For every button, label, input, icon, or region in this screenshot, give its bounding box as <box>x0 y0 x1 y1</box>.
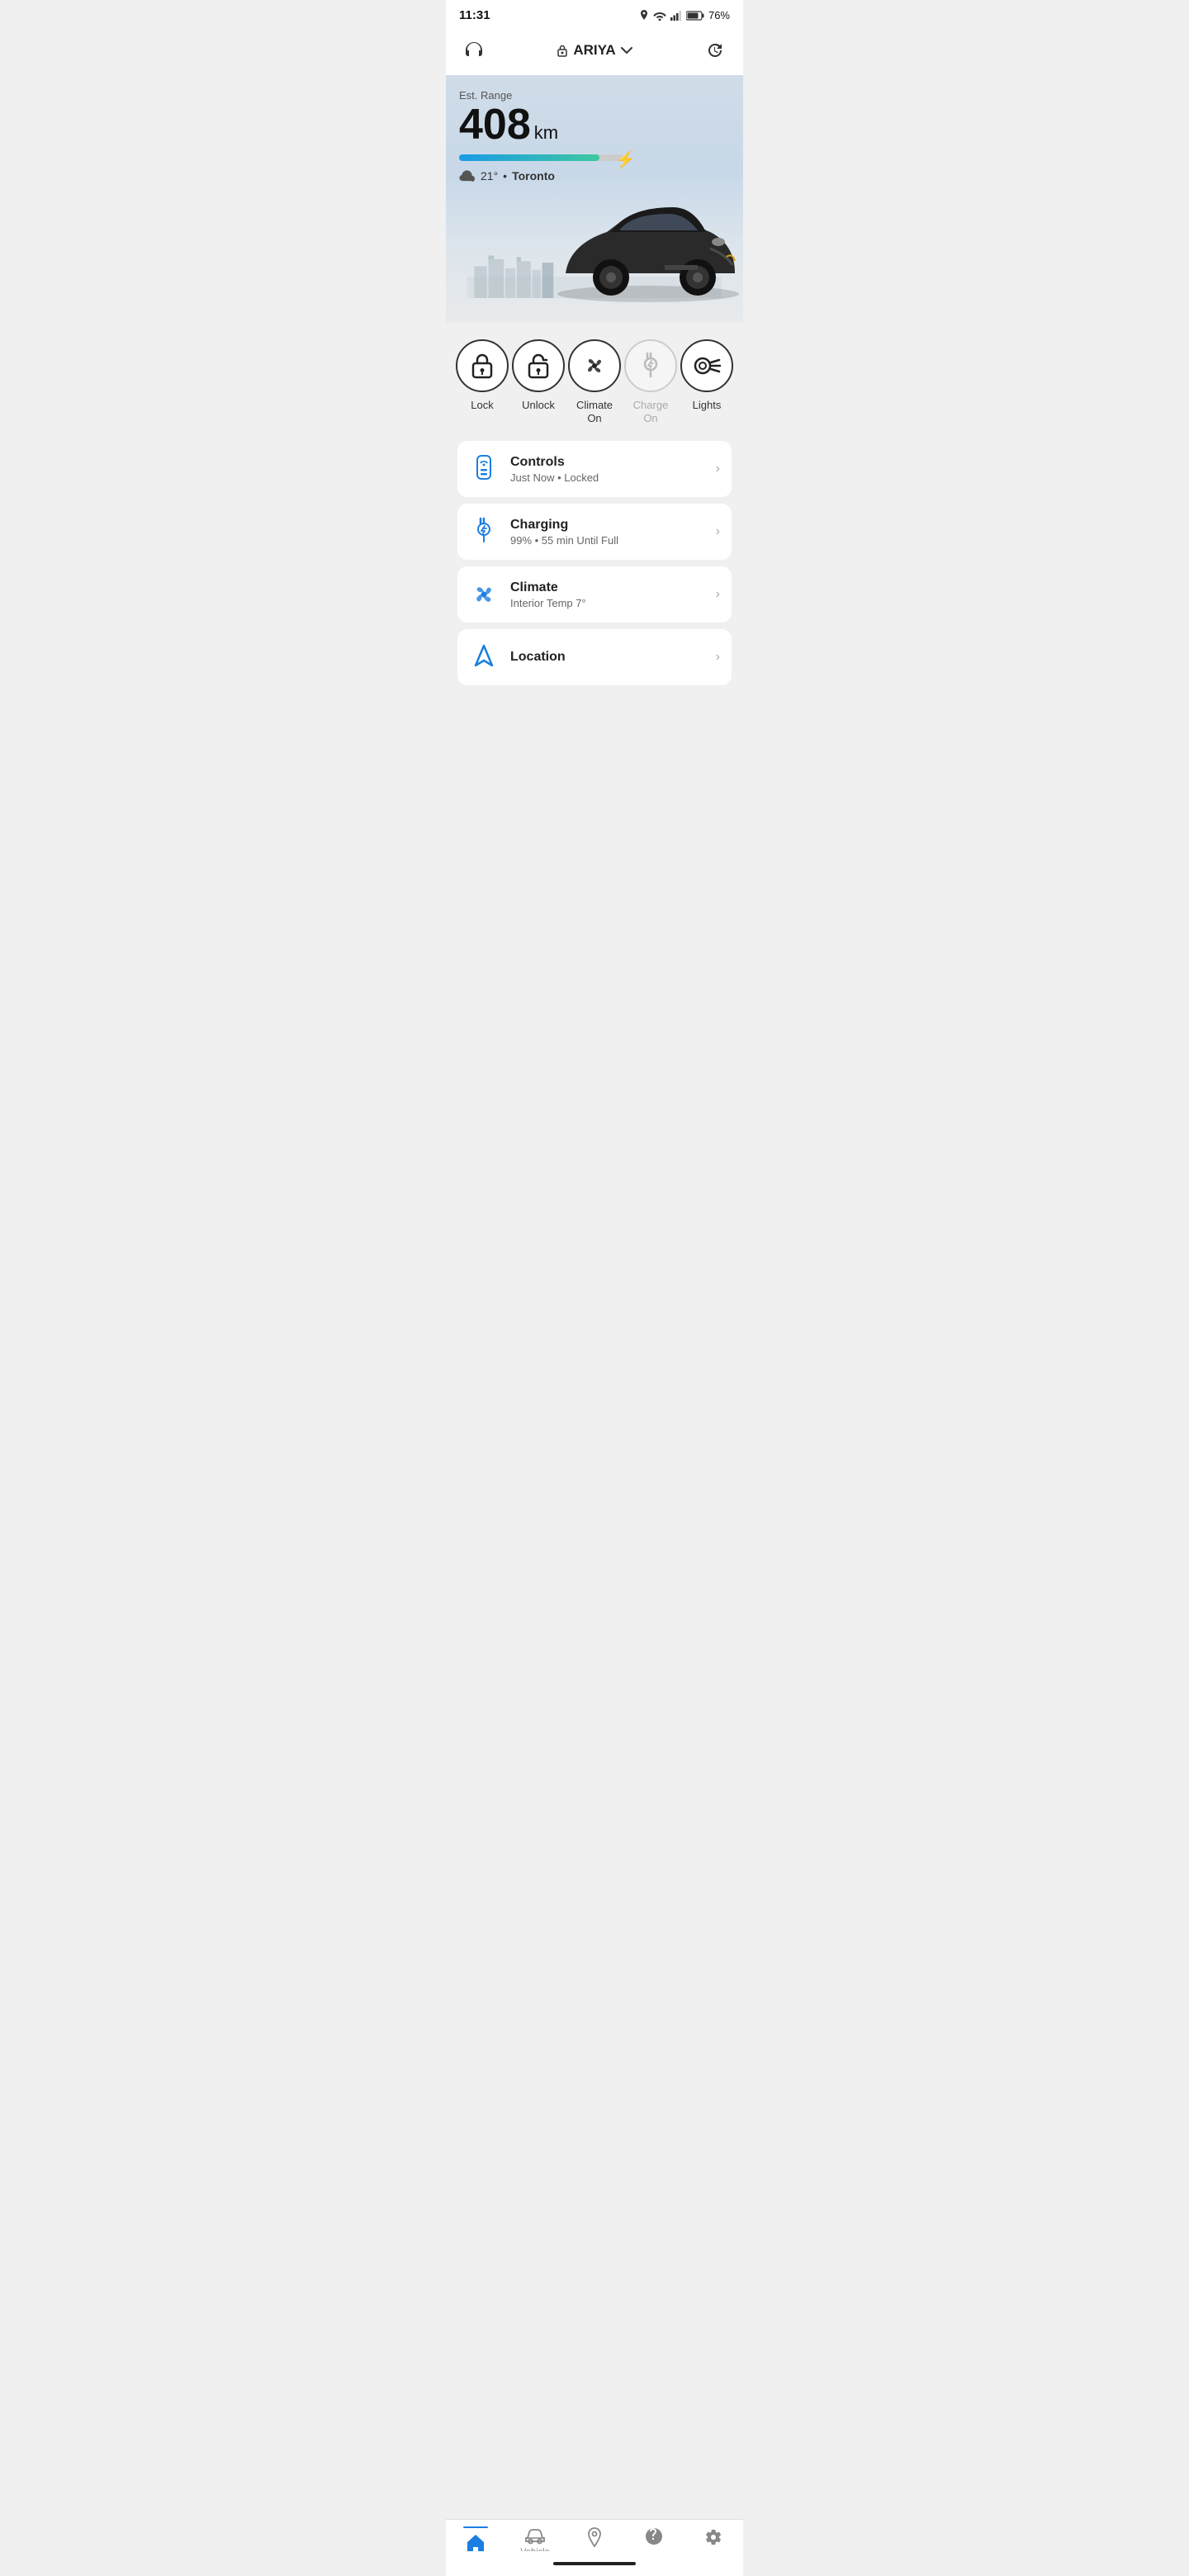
lock-icon <box>470 352 495 380</box>
car-image <box>549 182 743 315</box>
climate-label: ClimateOn <box>576 399 613 424</box>
temperature: 21° <box>481 169 498 182</box>
location-card-icon <box>469 642 499 672</box>
status-icons: 76% <box>639 9 730 21</box>
range-bar-fill <box>459 154 599 161</box>
vehicle-selector[interactable]: ARIYA <box>557 42 632 59</box>
controls-row: Lock Unlock ClimateOn <box>446 323 743 433</box>
charge-label: ChargeOn <box>633 399 669 424</box>
lock-small-icon <box>557 44 568 57</box>
home-indicator <box>446 2551 743 2576</box>
unlock-icon <box>526 352 551 380</box>
climate-card-chevron: › <box>716 587 720 602</box>
climate-card[interactable]: Climate Interior Temp 7° › <box>457 566 732 623</box>
vehicle-name: ARIYA <box>573 42 615 59</box>
history-button[interactable] <box>700 36 730 65</box>
location-card-text: Location <box>510 650 704 665</box>
location-nav-icon <box>471 642 497 672</box>
cards-section: Controls Just Now • Locked › Charging 99… <box>446 433 743 694</box>
charging-card[interactable]: Charging 99% • 55 min Until Full › <box>457 504 732 560</box>
charging-card-icon <box>469 517 499 547</box>
battery-icon <box>686 11 704 21</box>
charging-card-subtitle: 99% • 55 min Until Full <box>510 534 704 547</box>
range-display: 408km <box>459 103 730 146</box>
map-icon <box>585 2526 604 2548</box>
settings-icon <box>703 2526 724 2548</box>
controls-card-title: Controls <box>510 455 704 470</box>
climate-card-title: Climate <box>510 580 704 595</box>
location-card-chevron: › <box>716 650 720 665</box>
lock-button[interactable]: Lock <box>456 339 509 412</box>
weather-row: 21° • Toronto <box>459 169 730 182</box>
lock-circle <box>456 339 509 392</box>
controls-card-icon <box>469 454 499 484</box>
climate-card-subtitle: Interior Temp 7° <box>510 597 704 609</box>
unlock-circle <box>512 339 565 392</box>
location-card[interactable]: Location › <box>457 629 732 685</box>
nav-home-underline <box>463 2526 488 2528</box>
unlock-label: Unlock <box>522 399 555 412</box>
charging-card-title: Charging <box>510 518 704 533</box>
wifi-icon <box>653 11 666 21</box>
header: ARIYA <box>446 27 743 75</box>
range-bar: ⚡ <box>459 154 624 161</box>
location-status-icon <box>639 10 649 21</box>
home-indicator-bar <box>553 2562 636 2565</box>
support-icon <box>643 2526 665 2548</box>
status-bar: 11:31 76% <box>446 0 743 27</box>
charging-icon <box>471 517 496 547</box>
lock-label: Lock <box>471 399 493 412</box>
fan-icon <box>581 353 608 379</box>
battery-percent: 76% <box>708 9 730 21</box>
lights-icon <box>693 354 721 377</box>
cloud-icon <box>459 170 476 182</box>
lights-label: Lights <box>693 399 722 412</box>
climate-circle <box>568 339 621 392</box>
climate-card-text: Climate Interior Temp 7° <box>510 580 704 609</box>
lights-circle <box>680 339 733 392</box>
lightning-icon: ⚡ <box>615 149 636 170</box>
charging-card-chevron: › <box>716 524 720 539</box>
charge-circle <box>624 339 677 392</box>
charge-icon <box>639 352 662 380</box>
climate-card-icon <box>469 580 499 609</box>
city: Toronto <box>512 169 555 182</box>
history-icon <box>703 39 727 62</box>
charging-card-text: Charging 99% • 55 min Until Full <box>510 518 704 547</box>
charge-button[interactable]: ChargeOn <box>624 339 677 424</box>
unlock-button[interactable]: Unlock <box>512 339 565 412</box>
controls-card-chevron: › <box>716 462 720 476</box>
controls-card[interactable]: Controls Just Now • Locked › <box>457 441 732 497</box>
signal-icon <box>670 11 682 21</box>
headset-button[interactable] <box>459 36 489 65</box>
climate-icon <box>470 580 498 608</box>
headset-icon <box>462 39 486 62</box>
location-card-title: Location <box>510 650 704 665</box>
status-time: 11:31 <box>459 8 490 22</box>
controls-card-subtitle: Just Now • Locked <box>510 471 704 484</box>
controls-card-text: Controls Just Now • Locked <box>510 455 704 484</box>
remote-icon <box>471 454 497 484</box>
lights-button[interactable]: Lights <box>680 339 733 412</box>
climate-button[interactable]: ClimateOn <box>568 339 621 424</box>
chevron-down-icon <box>621 47 632 54</box>
vehicle-icon <box>524 2526 546 2545</box>
hero-section: Est. Range 408km ⚡ 21° • Toronto <box>446 75 743 323</box>
